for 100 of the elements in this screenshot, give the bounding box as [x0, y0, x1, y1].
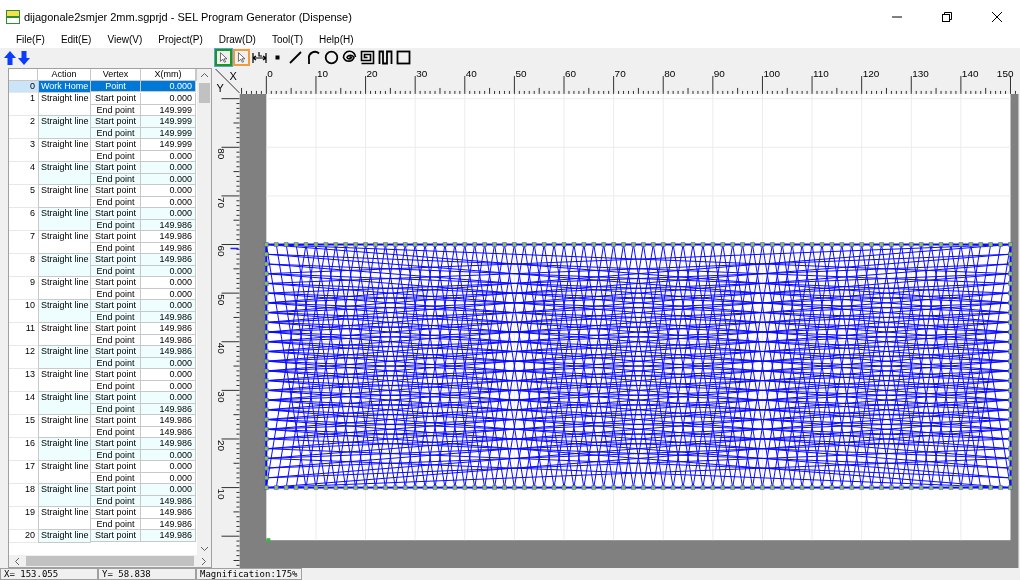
pointer-tool-button[interactable]	[233, 49, 250, 67]
table-cell: Start point	[91, 139, 141, 151]
cursor-marker	[229, 247, 240, 250]
chevron-down-icon	[201, 547, 208, 551]
scrollbar-thumb[interactable]	[199, 82, 210, 103]
table-cell: 0.000	[141, 162, 196, 174]
ruler-label: 130	[912, 67, 929, 79]
ruler-label: 20	[215, 439, 227, 451]
menu-item[interactable]: Draw(D)	[210, 34, 264, 46]
table-cell: Start point	[91, 162, 141, 174]
menu-item[interactable]: Edit(E)	[52, 34, 100, 46]
table-cell: 0.000	[141, 461, 196, 473]
menu-item[interactable]: View(V)	[99, 34, 151, 46]
ruler-label: 50	[515, 67, 527, 79]
table-cell: Start point	[91, 208, 141, 220]
row-number: 3	[9, 139, 38, 163]
table-cell: Start point	[91, 530, 141, 542]
arc-icon	[306, 50, 321, 66]
zigzag-tool-button[interactable]	[377, 49, 394, 67]
ruler-label: 60	[565, 67, 577, 79]
chevron-left-icon	[14, 557, 19, 565]
line-icon	[288, 50, 303, 66]
row-number: 15	[9, 415, 38, 439]
table-cell: Start point	[91, 254, 141, 266]
menu-item[interactable]: Help(H)	[311, 34, 362, 46]
ruler-label: 90	[713, 67, 725, 79]
axis-label: Y	[216, 81, 224, 94]
table-cell: 0.000	[141, 484, 196, 496]
table-cell: 149.986	[141, 438, 196, 450]
ruler-label: 70	[614, 67, 626, 79]
table-cell: 149.986	[141, 530, 196, 542]
table-cell: Straight line	[38, 438, 91, 462]
table-cell: 149.986	[141, 346, 196, 358]
table-cell: 149.986	[141, 254, 196, 266]
rectangle-tool-button[interactable]	[395, 49, 412, 67]
chevron-up-icon	[201, 72, 208, 77]
row-number: 7	[9, 231, 38, 255]
move-down-button[interactable]	[18, 50, 30, 65]
table-cell: Straight line	[38, 392, 91, 416]
ruler-label: 30	[215, 391, 227, 403]
zigzag-icon	[378, 50, 393, 66]
circle-tool-button[interactable]	[323, 49, 340, 67]
status-text: X= 153.055	[0, 568, 98, 580]
scrollbar-thumb[interactable]	[26, 556, 194, 566]
table-cell: Start point	[91, 484, 141, 496]
axis-label: X	[229, 69, 237, 82]
table-cell: Straight line	[38, 208, 91, 232]
ruler-label: 10	[316, 67, 329, 79]
table-cell: 149.999	[141, 139, 196, 151]
move-up-button[interactable]	[4, 50, 16, 65]
dimension-icon	[252, 50, 267, 66]
table-cell: Straight line	[38, 162, 91, 186]
ruler-label: 100	[763, 67, 781, 79]
table-cell: 0.000	[141, 392, 196, 404]
table-cell: 149.986	[141, 507, 196, 519]
row-number: 9	[9, 277, 38, 301]
menu-item[interactable]: Tool(T)	[263, 34, 312, 46]
table-cell: Start point	[91, 346, 141, 358]
square-spiral-tool-button[interactable]	[359, 49, 376, 67]
table-cell: Straight line	[38, 346, 91, 370]
menu-item[interactable]: File(F)	[8, 34, 53, 46]
ruler-label: 80	[664, 67, 676, 79]
ruler-label: 50	[215, 294, 227, 306]
ruler-label: 120	[862, 67, 880, 79]
pointer-icon	[217, 50, 230, 66]
row-number: 1	[9, 93, 38, 117]
ruler-label: 150	[996, 67, 1014, 79]
circle-icon	[324, 50, 339, 66]
row-number: 13	[9, 369, 38, 393]
row-number: 11	[9, 323, 38, 347]
square-spiral-icon	[360, 50, 375, 66]
table-cell: 149.986	[141, 231, 196, 243]
ruler-label: 80	[215, 148, 227, 160]
table-cell: 0.000	[141, 93, 196, 105]
ruler-label: 30	[416, 67, 428, 79]
column-header[interactable]: X(mm)	[141, 68, 196, 81]
chevron-right-icon	[201, 557, 206, 565]
restore-icon	[942, 12, 952, 22]
arc-tool-button[interactable]	[305, 49, 322, 67]
row-number: 5	[9, 185, 38, 209]
app-icon	[6, 10, 20, 24]
column-header[interactable]: Action	[38, 68, 91, 81]
table-cell: Start point	[91, 415, 141, 427]
row-number: 17	[9, 461, 38, 485]
table-cell: Straight line	[38, 530, 91, 543]
table-cell: Straight line	[38, 484, 91, 508]
table-cell: Start point	[91, 507, 141, 519]
table-cell: 149.999	[141, 116, 196, 128]
ruler-label: 0	[267, 67, 273, 79]
ruler-label: 60	[215, 245, 227, 257]
table-cell: Start point	[91, 231, 141, 243]
pointer-tool-button[interactable]	[215, 49, 232, 67]
origin-marker	[266, 538, 271, 543]
column-header[interactable]: Vertex	[91, 68, 141, 81]
rectangle-icon	[396, 50, 411, 66]
table-cell: Start point	[91, 392, 141, 404]
table-cell: Start point	[91, 438, 141, 450]
table-cell: 0.000	[141, 300, 196, 312]
table-cell: Straight line	[38, 116, 91, 140]
menu-item[interactable]: Project(P)	[150, 34, 211, 46]
